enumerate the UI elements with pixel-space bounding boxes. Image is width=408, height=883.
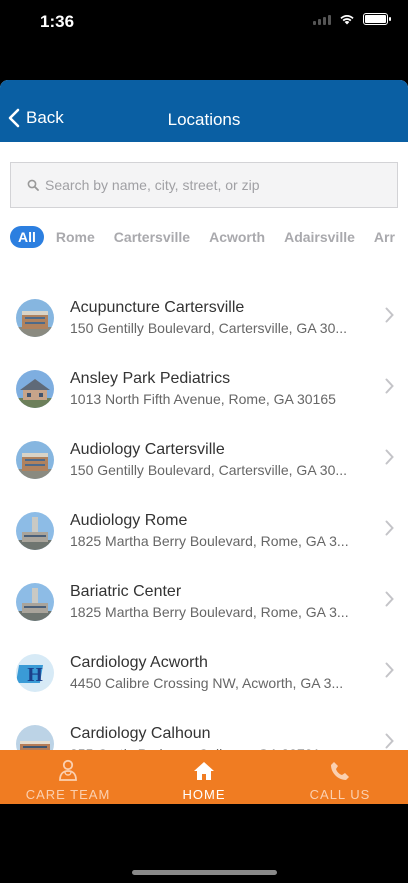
location-address: 1825 Martha Berry Boulevard, Rome, GA 3.…: [70, 604, 349, 620]
filter-chip-rome[interactable]: Rome: [56, 226, 95, 248]
doctor-icon: [59, 759, 77, 781]
list-item[interactable]: H Cardiology Acworth 4450 Calibre Crossi…: [0, 637, 408, 708]
phone-icon: [331, 762, 349, 780]
search-icon: [27, 179, 39, 191]
status-icons: [313, 13, 391, 25]
tab-label: CALL US: [309, 787, 371, 802]
chevron-right-icon: [385, 591, 394, 607]
list-item[interactable]: Ansley Park Pediatrics 1013 North Fifth …: [0, 353, 408, 424]
home-icon: [194, 762, 214, 780]
location-thumbnail: [16, 298, 54, 337]
search-box[interactable]: [10, 162, 398, 208]
location-thumbnail: [16, 369, 54, 408]
location-address: 150 Gentilly Boulevard, Cartersville, GA…: [70, 462, 348, 478]
chevron-right-icon: [385, 449, 394, 465]
tab-label: CARE TEAM: [25, 787, 111, 802]
locations-list: Acupuncture Cartersville 150 Gentilly Bo…: [0, 282, 408, 779]
page-title: Locations: [167, 110, 241, 129]
nav-bar: Back Locations: [0, 80, 408, 142]
tab-home[interactable]: HOME: [136, 750, 272, 804]
filter-chip-more[interactable]: Arr: [374, 226, 395, 248]
location-name: Audiology Cartersville: [70, 441, 225, 458]
location-name: Ansley Park Pediatrics: [70, 370, 231, 387]
svg-text:H: H: [27, 664, 43, 686]
list-item[interactable]: Audiology Rome 1825 Martha Berry Bouleva…: [0, 495, 408, 566]
location-thumbnail: H: [16, 653, 54, 692]
location-name: Cardiology Acworth: [70, 654, 208, 671]
list-item[interactable]: Bariatric Center 1825 Martha Berry Boule…: [0, 566, 408, 637]
chevron-right-icon: [385, 662, 394, 678]
location-address: 1013 North Fifth Avenue, Rome, GA 30165: [70, 391, 336, 407]
location-name: Cardiology Calhoun: [70, 725, 211, 742]
location-thumbnail: [16, 440, 54, 479]
location-address: 1825 Martha Berry Boulevard, Rome, GA 3.…: [70, 533, 349, 549]
location-name: Acupuncture Cartersville: [70, 299, 245, 316]
list-item[interactable]: Audiology Cartersville 150 Gentilly Boul…: [0, 424, 408, 495]
tab-label: HOME: [182, 787, 226, 802]
filter-chip-cartersville[interactable]: Cartersville: [114, 226, 190, 248]
tab-call-us[interactable]: CALL US: [272, 750, 408, 804]
signal-icon: [313, 13, 331, 25]
status-time: 1:36: [40, 12, 75, 31]
chevron-right-icon: [385, 733, 394, 749]
filter-chips: All Rome Cartersville Acworth Adairsvill…: [0, 226, 408, 248]
location-thumbnail: [16, 511, 54, 550]
list-item[interactable]: Acupuncture Cartersville 150 Gentilly Bo…: [0, 282, 408, 353]
location-address: 4450 Calibre Crossing NW, Acworth, GA 3.…: [70, 675, 344, 691]
chevron-right-icon: [385, 378, 394, 394]
wifi-icon: [340, 15, 354, 25]
tab-care-team[interactable]: CARE TEAM: [0, 750, 136, 804]
location-name: Bariatric Center: [70, 583, 182, 600]
status-bar: 1:36: [0, 0, 408, 80]
filter-chip-acworth[interactable]: Acworth: [209, 226, 265, 248]
app-screen: Back Locations All Rome Cartersville Acw…: [0, 80, 408, 804]
location-name: Audiology Rome: [70, 512, 188, 529]
filter-chip-all[interactable]: All: [10, 226, 44, 248]
filter-chip-adairsville[interactable]: Adairsville: [284, 226, 355, 248]
home-indicator: [132, 870, 277, 875]
chevron-right-icon: [385, 520, 394, 536]
search-input[interactable]: [45, 177, 365, 193]
location-thumbnail: [16, 582, 54, 621]
tab-bar: CARE TEAM HOME CALL US: [0, 750, 408, 804]
location-address: 150 Gentilly Boulevard, Cartersville, GA…: [70, 320, 348, 336]
chevron-right-icon: [385, 307, 394, 323]
battery-icon: [363, 13, 391, 25]
